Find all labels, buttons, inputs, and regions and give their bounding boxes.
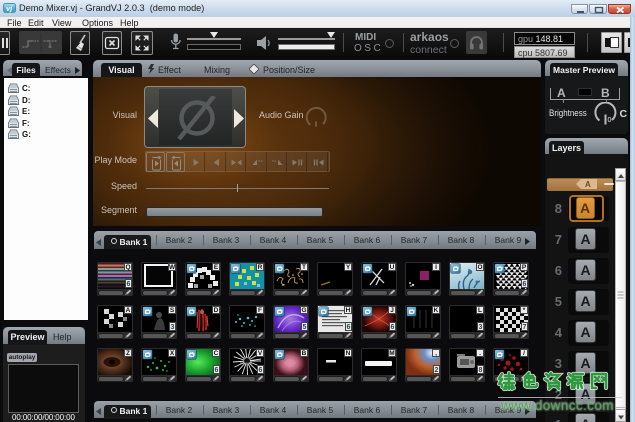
svg-text:Gateway: Gateway — [240, 361, 252, 365]
svg-text:A: A — [585, 180, 591, 189]
